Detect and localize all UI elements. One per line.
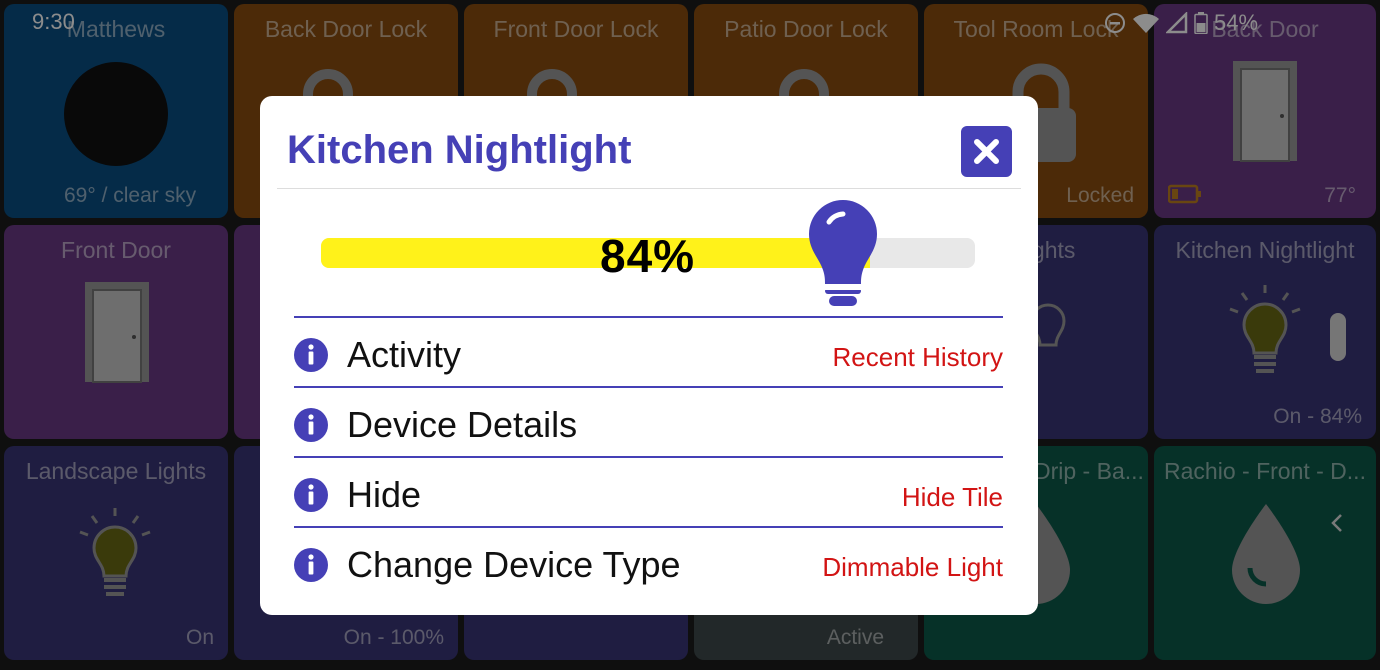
recent-history-link[interactable]: Recent History [833, 342, 1004, 373]
brightness-value: 84% [600, 230, 696, 282]
option-label: Hide [347, 474, 422, 515]
option-change-device-type[interactable]: Change Device Type Dimmable Light [294, 526, 1003, 596]
info-icon [294, 338, 328, 372]
info-icon [294, 548, 328, 582]
info-icon [294, 408, 328, 442]
info-icon [294, 478, 328, 512]
device-type-link[interactable]: Dimmable Light [822, 552, 1003, 583]
dialog-title: Kitchen Nightlight [287, 128, 632, 172]
close-icon [974, 139, 999, 164]
option-activity[interactable]: Activity Recent History [294, 316, 1003, 386]
close-button[interactable] [961, 126, 1012, 177]
hide-tile-link[interactable]: Hide Tile [902, 482, 1003, 513]
slider-fill [321, 238, 871, 268]
option-label: Change Device Type [347, 544, 681, 585]
option-label: Device Details [347, 404, 578, 445]
device-dialog: Kitchen Nightlight 84% Activity Recent H… [260, 96, 1038, 615]
lightbulb-thumb-icon[interactable] [805, 196, 881, 310]
option-label: Activity [347, 334, 462, 375]
header-divider [277, 188, 1021, 189]
option-device-details[interactable]: Device Details [294, 386, 1003, 456]
option-hide[interactable]: Hide Hide Tile [294, 456, 1003, 526]
